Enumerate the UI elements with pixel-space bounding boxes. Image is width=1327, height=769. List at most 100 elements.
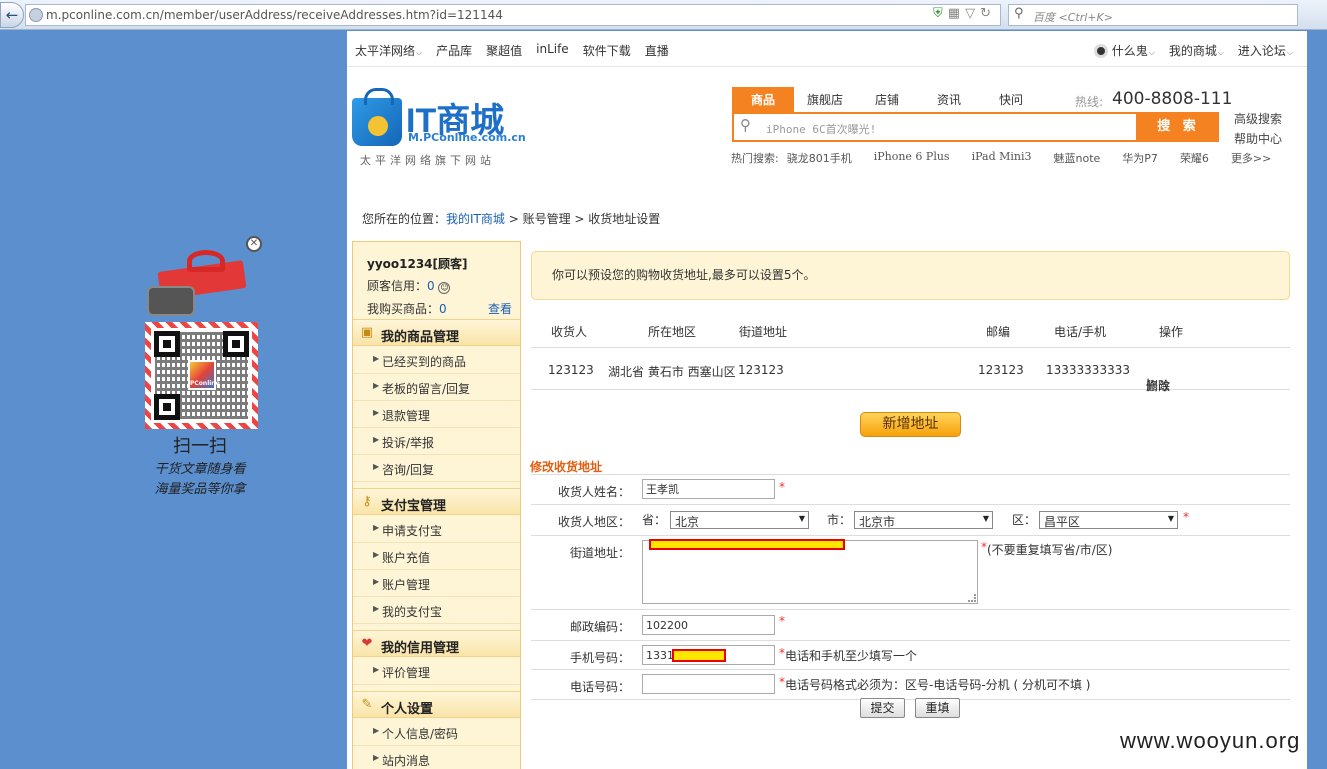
menu-account-manage[interactable]: ▶ 账户管理 [353,570,520,597]
browser-search-box[interactable]: ⚲ 百度 <Ctrl+K> [1008,4,1298,26]
hotline-label: 热线: [1075,95,1104,109]
tab-news[interactable]: 资讯 [918,87,980,113]
menu-complaints[interactable]: ▶ 投诉/举报 [353,428,520,455]
row-name: 收货人姓名： * [531,475,1290,505]
breadcrumb-current: 收货地址设置 [588,212,661,226]
pconline-logo-icon: PConline [188,360,220,390]
tab-shops[interactable]: 店铺 [856,87,918,113]
redaction-mark [672,649,726,662]
watermark: www.wooyun.org [1120,728,1301,753]
tab-products[interactable]: 商品 [732,87,794,113]
name-input[interactable] [642,479,775,499]
qr-icon[interactable]: ▦ [948,6,965,21]
hot-search-item[interactable]: iPhone 6 Plus [874,150,950,166]
dropdown-icon[interactable]: ▽ [965,6,980,21]
hot-search-item[interactable]: 荣耀6 [1180,150,1209,166]
nav-deals[interactable]: 聚超值 [486,42,522,59]
province-label: 省： [642,513,667,527]
row-zip: 邮政编码： * [531,610,1290,641]
breadcrumb-account[interactable]: 账号管理 [523,212,571,226]
url-text[interactable]: m.pconline.com.cn/member/userAddress/rec… [46,8,503,22]
section-credit[interactable]: ❤ 我的信用管理 [353,630,520,657]
nav-software[interactable]: 软件下载 [583,42,631,59]
menu-profile[interactable]: ▶ 个人信息/密码 [353,719,520,746]
search-tabs: 商品 旗舰店 店铺 资讯 快问 [732,87,1042,113]
view-link[interactable]: 查看 [488,300,512,317]
tab-flagship[interactable]: 旗舰店 [794,87,856,113]
help-center-link[interactable]: 帮助中心 [1234,129,1282,149]
breadcrumb-home[interactable]: 我的IT商城 [446,212,505,226]
shield-icon[interactable]: ⛨ [933,6,948,21]
menu-apply-alipay[interactable]: ▶ 申请支付宝 [353,516,520,543]
nav-pconline[interactable]: 太平洋网络⌵ [355,42,422,59]
shopping-bag-icon [352,88,402,146]
hotline-number: 400-8808-111 [1112,89,1233,109]
section-personal[interactable]: ✎ 个人设置 [353,691,520,718]
nav-product-library[interactable]: 产品库 [436,42,472,59]
col-receiver: 收货人 [551,325,588,339]
address-bar[interactable]: m.pconline.com.cn/member/userAddress/rec… [25,4,1001,26]
box-icon: ▣ [360,325,374,340]
menu-my-alipay[interactable]: ▶ 我的支付宝 [353,597,520,624]
col-actions: 操作 [1159,325,1184,339]
chevron-down-icon: ▼ [798,514,805,523]
nav-inlife[interactable]: inLife [536,42,569,59]
my-mall-menu[interactable]: 我的商城⌵ [1169,42,1224,59]
hot-search-item[interactable]: 魅蓝note [1054,150,1101,166]
browser-search-placeholder: 百度 <Ctrl+K> [1033,11,1113,24]
reset-button[interactable]: 重填 [915,698,960,718]
site-search-input[interactable]: ⚲ iPhone 6C首次曝光! [732,112,1138,142]
menu-bought-goods[interactable]: ▶ 已经买到的商品 [353,347,520,374]
menu-messages[interactable]: ▶ 老板的留言/回复 [353,374,520,401]
notice-box: 你可以预设您的购物收货地址,最多可以设置5个。 [531,251,1290,300]
add-address-button[interactable]: 新增地址 [860,412,961,437]
pencil-icon: ✎ [361,697,373,712]
menu-inquiries[interactable]: ▶ 咨询/回复 [353,455,520,482]
col-phone: 电话/手机 [1054,325,1107,339]
row-phone: 电话号码： * 电话号码格式必须为：区号-电话号码-分机 ( 分机可不填 ) [531,670,1290,700]
advanced-search-link[interactable]: 高级搜索 [1234,109,1282,129]
globe-icon [29,8,43,22]
site-logo[interactable]: IT商城 M.PConline.com.cn 太平洋网络旗下网站 [352,88,526,173]
member-sidebar: yyoo1234[顾客] 顾客信用：0 ☺ 我购买商品：0 查看 ▣ 我的商品管理… [352,241,521,769]
address-bar-icons: ⛨▦▽↻ [933,6,996,21]
menu-site-messages[interactable]: ▶ 站内消息 [353,746,520,769]
menu-reviews[interactable]: ▶ 评价管理 [353,658,520,685]
city-select[interactable]: 北京市 ▼ [854,511,993,529]
nav-live[interactable]: 直播 [645,42,669,59]
refresh-icon[interactable]: ↻ [980,6,996,21]
redaction-mark [649,539,845,550]
forum-menu[interactable]: 进入论坛⌵ [1238,42,1293,59]
district-select[interactable]: 昌平区 ▼ [1039,511,1178,529]
hot-search-more[interactable]: 更多>> [1231,150,1271,166]
submit-button[interactable]: 提交 [860,698,905,718]
hot-search-item[interactable]: 骁龙801手机 [787,150,852,166]
zip-input[interactable] [642,615,775,635]
qr-code: PConline [145,322,258,429]
phone-label: 电话号码： [569,680,630,694]
province-select[interactable]: 北京 ▼ [670,511,809,529]
street-hint: (不要重复填写省/市/区) [987,543,1113,557]
section-my-goods[interactable]: ▣ 我的商品管理 [353,319,520,346]
avatar [1093,44,1108,58]
delete-link[interactable]: 删除 [1146,377,1170,394]
search-icon: ⚲ [1014,6,1024,21]
menu-recharge[interactable]: ▶ 账户充值 [353,543,520,570]
hot-search-item[interactable]: 华为P7 [1122,150,1158,166]
site-search-placeholder: iPhone 6C首次曝光! [766,123,877,136]
logo-tagline: 太平洋网络旗下网站 [360,154,495,167]
breadcrumb-separator: > [504,212,523,226]
resize-grip-icon[interactable] [968,594,976,602]
section-alipay[interactable]: ⚷ 支付宝管理 [353,488,520,515]
back-arrow-icon[interactable]: ← [0,2,24,28]
chevron-down-icon: ▼ [1167,514,1174,523]
tab-qa[interactable]: 快问 [980,87,1042,113]
hot-search-item[interactable]: iPad Mini3 [972,150,1032,166]
page: 太平洋网络⌵ 产品库 聚超值 inLife 软件下载 直播 什么鬼⌵ 我的商城⌵… [347,31,1307,769]
promo-title: 扫一扫 [173,436,227,457]
phone-input[interactable] [642,674,775,694]
menu-refunds[interactable]: ▶ 退款管理 [353,401,520,428]
user-menu[interactable]: 什么鬼⌵ [1093,42,1155,59]
cell-region: 湖北省 黄石市 西塞山区 [608,365,736,379]
search-button[interactable]: 搜 索 [1138,112,1219,142]
